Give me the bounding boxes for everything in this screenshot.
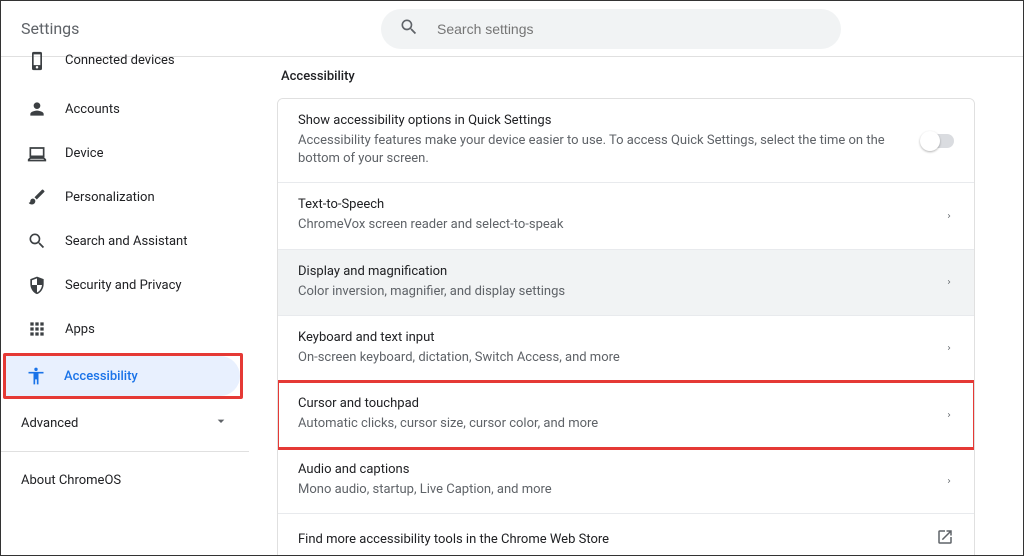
row-audio-captions[interactable]: Audio and captions Mono audio, startup, … [278, 448, 974, 514]
row-desc: On-screen keyboard, dictation, Switch Ac… [298, 349, 932, 367]
row-desc: Accessibility features make your device … [298, 132, 908, 168]
row-desc: Color inversion, magnifier, and display … [298, 283, 932, 301]
settings-card: Show accessibility options in Quick Sett… [277, 98, 975, 555]
row-title: Show accessibility options in Quick Sett… [298, 113, 908, 128]
row-title: Audio and captions [298, 462, 932, 477]
row-desc: Mono audio, startup, Live Caption, and m… [298, 481, 932, 499]
section-title: Accessibility [281, 69, 975, 84]
sidebar-item-security-privacy[interactable]: Security and Privacy [7, 265, 249, 305]
sidebar-item-search-assistant[interactable]: Search and Assistant [7, 221, 249, 261]
chevron-right-icon [944, 276, 954, 288]
divider [1, 451, 249, 452]
search-input[interactable] [437, 21, 823, 37]
sidebar-item-label: Security and Privacy [65, 278, 182, 293]
search-box[interactable] [381, 9, 841, 49]
open-external-icon [936, 528, 954, 550]
main-content: Accessibility Show accessibility options… [249, 57, 1023, 555]
advanced-label: Advanced [21, 416, 78, 431]
chevron-right-icon [944, 475, 954, 487]
sidebar-about[interactable]: About ChromeOS [1, 456, 249, 504]
sidebar-item-apps[interactable]: Apps [7, 309, 249, 349]
sidebar-item-label: Device [65, 146, 104, 161]
about-label: About ChromeOS [21, 473, 121, 488]
sidebar-item-label: Connected devices [65, 53, 175, 68]
row-desc: ChromeVox screen reader and select-to-sp… [298, 216, 932, 234]
search-icon [399, 17, 419, 41]
toggle-switch[interactable] [922, 134, 954, 148]
chevron-right-icon [944, 409, 954, 421]
chevron-right-icon [944, 210, 954, 222]
phone-icon [27, 57, 47, 77]
sidebar-item-label: Accessibility [64, 369, 138, 384]
arrow-down-icon [213, 413, 229, 433]
row-title: Keyboard and text input [298, 330, 932, 345]
row-title: Cursor and touchpad [298, 396, 932, 411]
page-title: Settings [21, 19, 381, 38]
sidebar: Connected devices Accounts Device Person… [1, 57, 249, 555]
row-desc: Automatic clicks, cursor size, cursor co… [298, 415, 932, 433]
row-web-store[interactable]: Find more accessibility tools in the Chr… [278, 514, 974, 555]
row-keyboard-text-input[interactable]: Keyboard and text input On-screen keyboa… [278, 316, 974, 382]
shield-icon [27, 275, 47, 295]
sidebar-item-connected-devices[interactable]: Connected devices [7, 57, 249, 85]
sidebar-item-device[interactable]: Device [7, 133, 249, 173]
row-title: Find more accessibility tools in the Chr… [298, 532, 936, 547]
row-cursor-touchpad[interactable]: Cursor and touchpad Automatic clicks, cu… [278, 382, 974, 448]
brush-icon [27, 187, 47, 207]
sidebar-item-label: Personalization [65, 190, 155, 205]
row-text-to-speech[interactable]: Text-to-Speech ChromeVox screen reader a… [278, 183, 974, 249]
row-display-magnification[interactable]: Display and magnification Color inversio… [278, 250, 974, 316]
sidebar-highlight: Accessibility [3, 353, 243, 399]
apps-icon [27, 319, 47, 339]
sidebar-item-personalization[interactable]: Personalization [7, 177, 249, 217]
sidebar-item-label: Apps [65, 322, 95, 337]
sidebar-item-accessibility[interactable]: Accessibility [6, 356, 240, 396]
sidebar-item-accounts[interactable]: Accounts [7, 89, 249, 129]
chevron-right-icon [944, 342, 954, 354]
sidebar-advanced[interactable]: Advanced [1, 399, 249, 447]
sidebar-item-label: Accounts [65, 102, 120, 117]
person-icon [27, 99, 47, 119]
search-icon [27, 231, 47, 251]
row-title: Text-to-Speech [298, 197, 932, 212]
row-quick-settings[interactable]: Show accessibility options in Quick Sett… [278, 99, 974, 183]
sidebar-item-label: Search and Assistant [65, 234, 188, 249]
laptop-icon [27, 143, 47, 163]
accessibility-icon [26, 366, 46, 386]
row-title: Display and magnification [298, 264, 932, 279]
